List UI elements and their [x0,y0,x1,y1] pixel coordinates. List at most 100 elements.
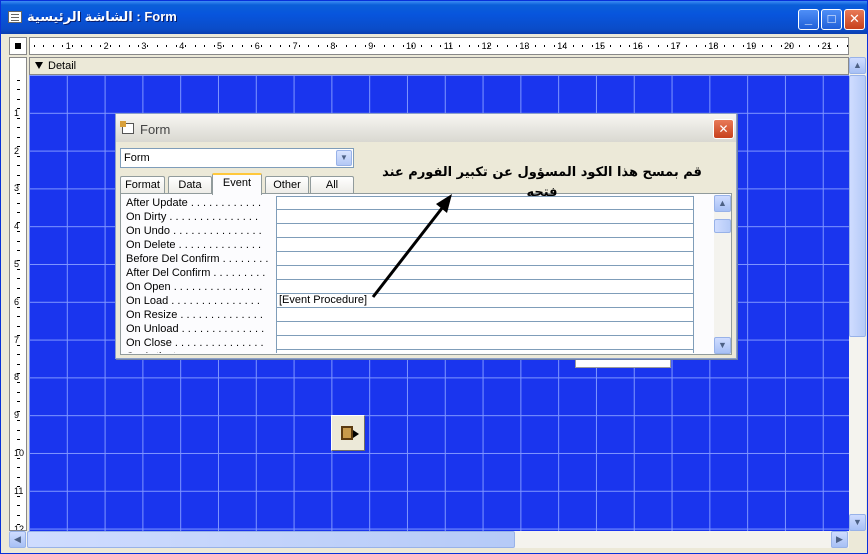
form-selector-icon[interactable] [9,37,27,55]
close-button[interactable]: ✕ [844,9,865,30]
ruler-tick [17,146,20,148]
property-row[interactable]: On Undo . . . . . . . . . . . . . . . [122,224,697,238]
property-row[interactable]: On Open . . . . . . . . . . . . . . . [122,280,697,294]
property-list-scrollbar[interactable]: ▲ ▼ [714,195,731,354]
property-name: On Open . . . . . . . . . . . . . . . [126,281,263,293]
tab-event[interactable]: Event [212,173,262,195]
property-row[interactable]: On Load . . . . . . . . . . . . . . . [Ev… [122,294,697,308]
ruler-tick [100,45,102,47]
property-value-field[interactable] [276,210,694,224]
property-value-field[interactable] [276,252,694,266]
ruler-tick [17,202,20,204]
ruler-tick [17,212,20,214]
ruler-tick [497,45,499,47]
ruler-tick [506,45,508,47]
ruler-tick [17,89,20,91]
ruler-tick [591,45,593,47]
scroll-up-button[interactable]: ▲ [849,57,866,74]
property-sheet-close-button[interactable]: ✕ [713,119,734,139]
chevron-down-icon[interactable]: ▼ [336,150,352,166]
object-selector-value: Form [124,152,150,164]
exit-button[interactable] [331,415,365,451]
property-name: Before Del Confirm . . . . . . . . [126,253,269,265]
property-value-field[interactable] [276,336,694,350]
vertical-ruler[interactable]: 1 2 3 4 5 6 7 8 9 10 11 12 [9,57,27,531]
ruler-tick [430,45,432,47]
ruler-tick [515,45,517,47]
scroll-thumb[interactable] [714,219,731,233]
ruler-tick [17,476,20,478]
ruler-tick-label: 16 [632,41,643,51]
property-row[interactable]: On Activate . . . . . . . . . . . . . [122,350,697,353]
ruler-tick [808,45,810,47]
property-value-field[interactable] [276,280,694,294]
ruler-tick [175,45,177,47]
property-value-field[interactable] [276,238,694,252]
property-row[interactable]: After Del Confirm . . . . . . . . . [122,266,697,280]
ruler-tick [17,80,20,81]
scroll-up-button[interactable]: ▲ [714,195,731,212]
property-value-field[interactable] [276,308,694,322]
ruler-tick [62,45,64,47]
property-row[interactable]: On Unload . . . . . . . . . . . . . . [122,322,697,336]
scroll-down-button[interactable]: ▼ [714,337,731,354]
property-value-field[interactable] [276,266,694,280]
ruler-tick [17,363,20,365]
scroll-left-button[interactable]: ◀ [9,531,26,548]
scroll-right-button[interactable]: ▶ [831,531,848,548]
scroll-thumb[interactable] [849,75,866,337]
maximize-button[interactable]: □ [821,9,842,30]
ruler-tick [638,45,640,47]
ruler-tick [119,45,121,47]
property-value-field[interactable] [276,350,694,353]
section-arrow-icon [35,62,43,69]
ruler-tick [714,45,716,47]
ruler-tick-label: 20 [784,41,795,51]
property-row[interactable]: On Delete . . . . . . . . . . . . . . [122,238,697,252]
property-value-field[interactable] [276,224,694,238]
vertical-scrollbar[interactable]: ▲ ▼ [849,57,866,531]
ruler-tick [17,382,20,384]
ruler-tick [17,429,20,431]
property-value-field[interactable]: [Event Procedure] [276,294,694,308]
horizontal-scrollbar[interactable]: ◀ ▶ [9,531,849,548]
ruler-tick-label: 9 [368,41,374,51]
annotation-line-1: قم بمسح هذا الكود المسؤول عن تكبير الفور… [382,165,702,180]
detail-section-header[interactable]: Detail [29,57,849,75]
ruler-tick [619,45,621,47]
property-row[interactable]: On Close . . . . . . . . . . . . . . . [122,336,697,350]
ruler-tick-label: 10 [14,448,25,458]
horizontal-ruler[interactable]: 1 2 3 4 5 6 7 8 9 10 11 12 13 14 15 16 17 18 19 20 21 [29,37,849,55]
ruler-tick [818,45,820,47]
property-row[interactable]: On Resize . . . . . . . . . . . . . . [122,308,697,322]
title-bar[interactable]: الشاشة الرئيسية : Form _ □ ✕ [1,1,867,34]
property-value-field[interactable] [276,322,694,336]
property-name: On Resize . . . . . . . . . . . . . . [126,309,263,321]
ruler-tick-label: 5 [217,41,223,51]
scroll-thumb[interactable] [27,531,515,548]
ruler-tick [790,45,791,47]
ruler-tick-label: 3 [14,183,20,194]
ruler-tick [17,98,20,100]
property-row[interactable]: Before Del Confirm . . . . . . . . [122,252,697,266]
tab-format[interactable]: Format [120,176,165,194]
ruler-tick [336,45,338,47]
tab-all[interactable]: All [310,176,354,194]
tab-data[interactable]: Data [168,176,212,194]
property-row[interactable]: On Dirty . . . . . . . . . . . . . . . [122,210,697,224]
minimize-button[interactable]: _ [798,9,819,30]
ruler-tick-label: 6 [254,41,260,51]
tab-other[interactable]: Other [265,176,309,194]
property-sheet-title-bar[interactable]: Form ✕ [116,114,736,142]
detail-section-label: Detail [48,60,77,72]
ruler-tick-label: 10 [406,41,417,51]
ruler-tick [17,448,20,450]
property-name: On Undo . . . . . . . . . . . . . . . [126,225,262,237]
ruler-tick [610,45,612,47]
exit-door-icon [341,426,353,440]
ruler-tick [629,45,631,47]
form-icon [8,11,22,23]
object-selector[interactable]: Form ▼ [120,148,354,168]
scroll-down-button[interactable]: ▼ [849,514,866,531]
ruler-tick [128,45,130,47]
